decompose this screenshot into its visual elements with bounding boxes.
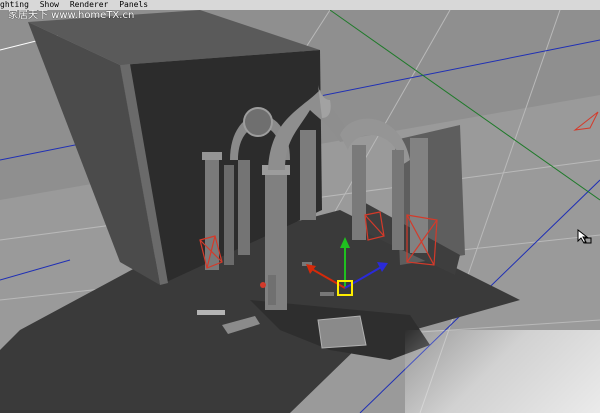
floor-pillar-prop bbox=[268, 275, 276, 305]
maya-perspective-viewport[interactable]: ghting Show Renderer Panels 家居天下 www.hom… bbox=[0, 0, 600, 413]
menu-lighting[interactable]: ghting bbox=[0, 0, 29, 9]
point-light-icon[interactable] bbox=[260, 282, 266, 288]
floor-slab-prop bbox=[317, 315, 367, 349]
small-plank-prop bbox=[197, 310, 225, 315]
menu-panels[interactable]: Panels bbox=[119, 0, 148, 9]
panel-menu-bar: ghting Show Renderer Panels bbox=[0, 0, 600, 10]
corner-watermark bbox=[405, 330, 600, 413]
left-columns bbox=[202, 152, 250, 270]
floor-block-b bbox=[320, 292, 334, 296]
rose-window bbox=[243, 107, 273, 137]
menu-renderer[interactable]: Renderer bbox=[70, 0, 109, 9]
menu-show[interactable]: Show bbox=[40, 0, 59, 9]
mouse-cursor-icon bbox=[577, 229, 592, 244]
site-watermark: 家居天下 www.homeTX.cn bbox=[8, 10, 135, 21]
